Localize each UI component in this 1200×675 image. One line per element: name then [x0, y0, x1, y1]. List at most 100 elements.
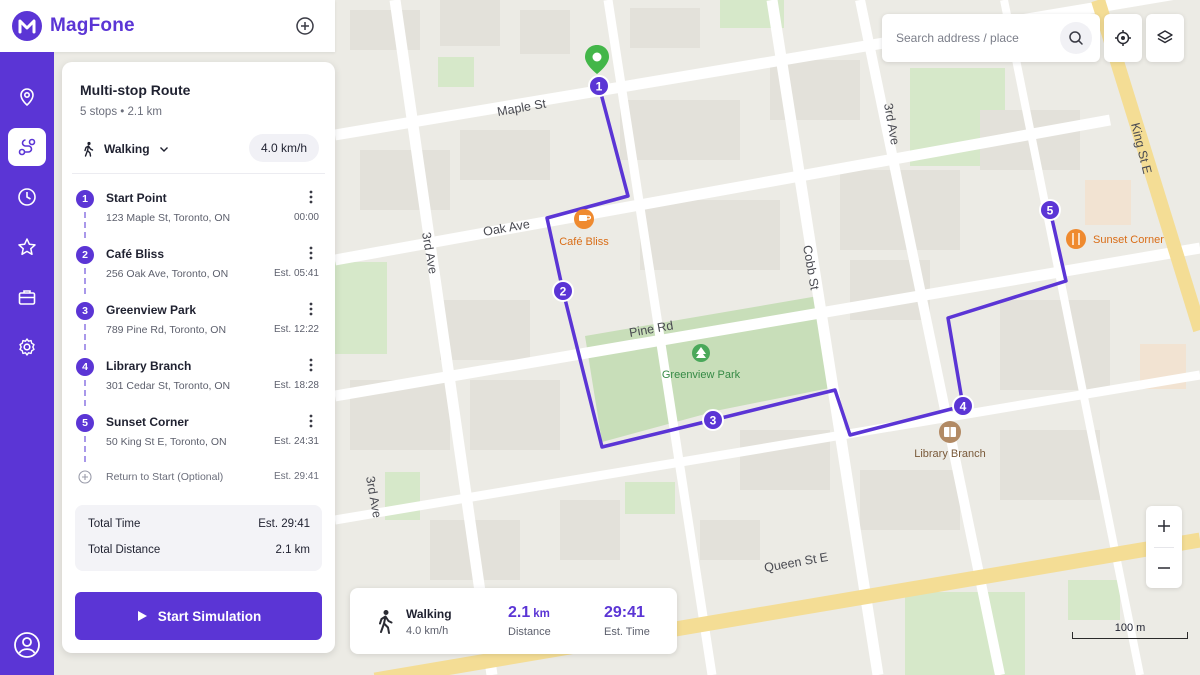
start-simulation-label: Start Simulation	[157, 608, 262, 624]
gear-icon	[19, 338, 35, 356]
travel-mode-label: Walking	[104, 142, 150, 156]
layers-icon	[1157, 30, 1173, 44]
side-rail	[0, 52, 54, 675]
rail-item-favorites[interactable]	[8, 228, 46, 266]
summary-time-value: 29:41	[604, 604, 645, 621]
svg-text:Café Bliss: Café Bliss	[559, 236, 609, 248]
svg-text:4: 4	[960, 400, 967, 414]
route-marker[interactable]: 2	[552, 280, 574, 302]
summary-distance-unit: km	[533, 608, 550, 620]
stop-item[interactable]: 1 Start Point 123 Maple St, Toronto, ON …	[76, 186, 321, 242]
return-to-start-label: Return to Start (Optional)	[106, 471, 224, 483]
travel-mode-dropdown[interactable]: Walking	[80, 141, 170, 157]
stop-item[interactable]: 2 Café Bliss 256 Oak Ave, Toronto, ON Es…	[76, 242, 321, 298]
return-to-start-row[interactable]: Return to Start (Optional) Est. 29:41	[76, 466, 321, 490]
clock-icon	[18, 188, 36, 206]
start-simulation-button[interactable]: Start Simulation	[75, 592, 322, 640]
svg-text:5: 5	[1047, 204, 1054, 218]
route-connector	[84, 436, 86, 462]
trip-summary-card: Walking 4.0 km/h 2.1 km Distance 29:41 Es…	[350, 588, 677, 654]
stop-address: 123 Maple St, Toronto, ON	[106, 212, 231, 224]
walking-icon	[84, 141, 94, 157]
rail-item-toolkit[interactable]	[8, 278, 46, 316]
stop-name: Start Point	[106, 191, 167, 205]
stop-address: 789 Pine Rd, Toronto, ON	[106, 324, 227, 336]
stop-eta: 00:00	[293, 212, 319, 223]
total-distance-row: Total Distance 2.1 km	[88, 544, 310, 560]
stop-eta: Est. 18:28	[273, 380, 319, 391]
chevron-down-icon	[159, 147, 168, 152]
total-distance-value: 2.1 km	[275, 544, 310, 556]
stop-name: Greenview Park	[106, 303, 197, 317]
plus-circle-icon	[296, 17, 314, 35]
stop-address: 301 Cedar St, Toronto, ON	[106, 380, 231, 392]
stop-name: Sunset Corner	[106, 415, 189, 429]
locate-me-button[interactable]	[1104, 14, 1142, 62]
more-vertical-icon[interactable]	[305, 357, 317, 373]
zoom-out-button[interactable]	[1146, 548, 1182, 588]
stop-address: 256 Oak Ave, Toronto, ON	[106, 268, 229, 280]
stop-eta: Est. 12:22	[273, 324, 319, 335]
route-title: Multi-stop Route	[80, 82, 191, 98]
stop-item[interactable]: 5 Sunset Corner 50 King St E, Toronto, O…	[76, 410, 321, 466]
zoom-in-button[interactable]	[1146, 506, 1182, 546]
route-marker[interactable]: 4	[952, 395, 974, 417]
stop-number-badge: 4	[76, 358, 94, 376]
scale-bar	[1072, 632, 1188, 639]
stop-name: Café Bliss	[106, 247, 165, 261]
rail-item-route[interactable]	[8, 128, 46, 166]
stop-number-badge: 1	[76, 190, 94, 208]
search-input[interactable]	[896, 31, 1056, 45]
more-vertical-icon[interactable]	[305, 189, 317, 205]
rail-item-location[interactable]	[8, 78, 46, 116]
profile-button[interactable]	[13, 631, 41, 659]
brand-bar: MagFone	[0, 0, 335, 52]
minus-icon	[1158, 567, 1170, 569]
route-icon	[18, 138, 36, 156]
map-scale: 100 m	[1072, 621, 1188, 639]
add-route-button[interactable]	[295, 16, 315, 36]
svg-text:1: 1	[596, 80, 603, 94]
route-marker[interactable]: 3	[702, 409, 724, 431]
play-icon	[137, 611, 147, 621]
search-button[interactable]	[1060, 22, 1092, 54]
rail-item-settings[interactable]	[8, 328, 46, 366]
route-marker[interactable]: 1	[588, 75, 610, 97]
summary-distance-value: 2.1	[508, 604, 531, 621]
map-layers-button[interactable]	[1146, 14, 1184, 62]
stop-name: Library Branch	[106, 359, 192, 373]
route-summary: 5 stops • 2.1 km	[80, 106, 163, 118]
more-vertical-icon[interactable]	[305, 301, 317, 317]
route-connector	[84, 324, 86, 350]
stop-item[interactable]: 4 Library Branch 301 Cedar St, Toronto, …	[76, 354, 321, 410]
return-eta: Est. 29:41	[273, 471, 319, 482]
user-circle-icon	[14, 632, 40, 658]
total-time-label: Total Time	[88, 518, 141, 530]
route-connector	[84, 380, 86, 406]
stop-number-badge: 5	[76, 414, 94, 432]
route-marker[interactable]: 5	[1039, 199, 1061, 221]
search-icon	[1069, 31, 1083, 45]
more-vertical-icon[interactable]	[305, 245, 317, 261]
summary-distance-label: Distance	[508, 626, 551, 638]
speed-selector[interactable]: 4.0 km/h	[248, 134, 319, 162]
svg-text:3: 3	[710, 414, 717, 428]
stop-number-badge: 3	[76, 302, 94, 320]
total-distance-label: Total Distance	[88, 544, 161, 556]
travel-mode-row: Walking 4.0 km/h	[80, 134, 321, 164]
stop-eta: Est. 05:41	[273, 268, 319, 279]
total-time-value: Est. 29:41	[258, 518, 310, 530]
svg-text:Sunset Corner: Sunset Corner	[1093, 234, 1164, 246]
location-pin-icon	[20, 88, 34, 107]
stop-item[interactable]: 3 Greenview Park 789 Pine Rd, Toronto, O…	[76, 298, 321, 354]
magfone-logo-icon	[12, 11, 42, 41]
total-time-row: Total Time Est. 29:41	[88, 518, 310, 534]
plus-circle-icon	[78, 470, 92, 484]
more-vertical-icon[interactable]	[305, 413, 317, 429]
briefcase-icon	[18, 290, 36, 305]
search-box	[882, 14, 1100, 62]
stop-list: 1 Start Point 123 Maple St, Toronto, ON …	[76, 186, 321, 490]
rail-item-history[interactable]	[8, 178, 46, 216]
plus-icon	[1158, 520, 1170, 532]
star-icon	[18, 238, 36, 256]
